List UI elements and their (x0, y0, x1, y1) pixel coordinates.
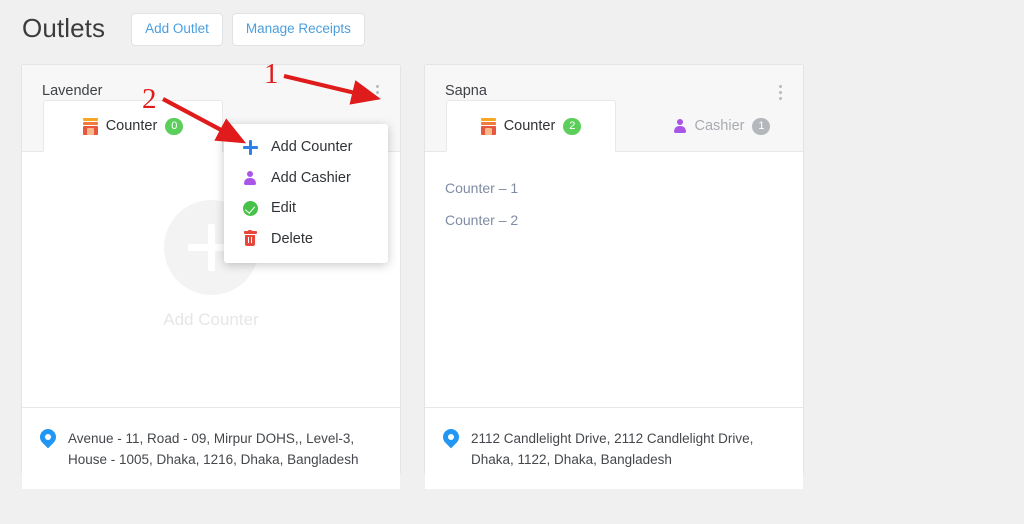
tab-counter[interactable]: Counter 0 (43, 100, 223, 152)
page-header: Outlets Add Outlet Manage Receipts (0, 0, 1024, 57)
add-counter-placeholder-label: Add Counter (163, 310, 259, 329)
menu-item-label: Add Counter (271, 139, 353, 156)
menu-item-label: Delete (271, 230, 313, 247)
tab-cashier-label: Cashier (694, 118, 745, 134)
menu-item-label: Edit (271, 200, 296, 217)
person-icon (240, 170, 260, 186)
card-address-footer: 2112 Candlelight Drive, 2112 Candlelight… (425, 407, 803, 489)
counter-desk-icon (82, 117, 98, 135)
counter-desk-icon (480, 117, 496, 135)
menu-item-edit[interactable]: Edit (224, 193, 388, 224)
outlet-context-menu: Add Counter Add Cashier Edit Delete (224, 124, 388, 263)
location-pin-icon (36, 425, 60, 451)
outlet-address: 2112 Candlelight Drive, 2112 Candlelight… (471, 431, 754, 467)
manage-receipts-button[interactable]: Manage Receipts (231, 13, 365, 46)
list-item[interactable]: Counter – 1 (425, 172, 803, 204)
header-actions: Add Outlet Manage Receipts (131, 11, 365, 46)
list-item[interactable]: Counter – 2 (425, 204, 803, 236)
check-circle-icon (240, 200, 260, 216)
kebab-menu-icon[interactable] (368, 81, 386, 103)
tab-bar: Counter 2 Cashier 1 (425, 100, 803, 152)
plus-icon (240, 139, 260, 155)
person-icon (674, 118, 687, 134)
menu-item-add-cashier[interactable]: Add Cashier (224, 163, 388, 194)
menu-item-add-counter[interactable]: Add Counter (224, 132, 388, 163)
menu-item-delete[interactable]: Delete (224, 224, 388, 255)
card-address-footer: Avenue - 11, Road - 09, Mirpur DOHS,, Le… (22, 407, 400, 489)
tab-counter-label: Counter (105, 118, 158, 134)
page-title: Outlets (22, 13, 106, 43)
tab-counter-label: Counter (503, 118, 556, 134)
outlet-address: Avenue - 11, Road - 09, Mirpur DOHS,, Le… (68, 431, 359, 467)
tab-counter-badge: 0 (165, 117, 184, 135)
trash-icon (240, 229, 260, 246)
tab-counter[interactable]: Counter 2 (446, 100, 616, 152)
outlet-card-sapna: Sapna Counter 2 Cashier 1 Counter – 1 Co… (424, 64, 804, 489)
card-body: Counter – 1 Counter – 2 (425, 151, 803, 407)
menu-item-label: Add Cashier (271, 169, 351, 186)
outlet-name: Lavender (42, 83, 103, 99)
tab-cashier[interactable]: Cashier 1 (637, 100, 807, 152)
location-pin-icon (439, 425, 463, 451)
tab-cashier-badge: 1 (752, 117, 771, 135)
outlet-name: Sapna (445, 83, 487, 99)
add-outlet-button[interactable]: Add Outlet (131, 13, 223, 46)
counter-list: Counter – 1 Counter – 2 (425, 172, 803, 236)
tab-counter-badge: 2 (563, 117, 582, 135)
